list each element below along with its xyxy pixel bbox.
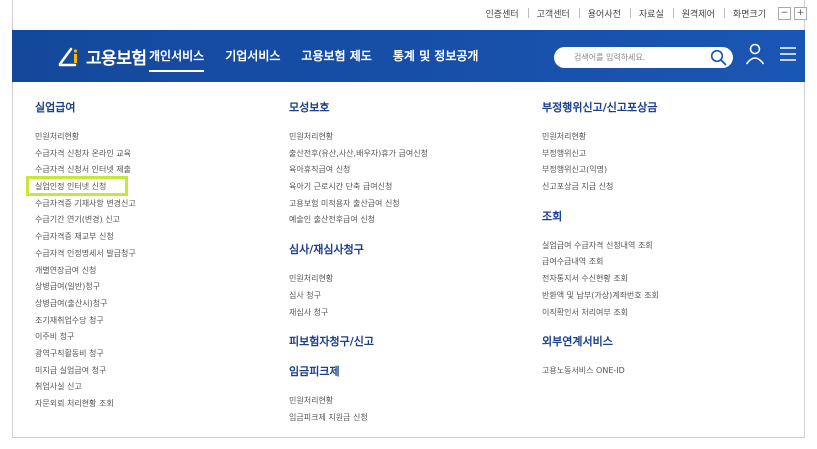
menu-item[interactable]: 자문외뢰 처리현황 조회 bbox=[35, 396, 136, 413]
menu-item[interactable]: 조기재취업수당 청구 bbox=[35, 313, 136, 330]
util-link-customer[interactable]: 고객센터 bbox=[527, 7, 579, 20]
util-link-screen-size: 화면크기 bbox=[723, 7, 775, 20]
zoom-out-button[interactable]: − bbox=[778, 7, 791, 20]
nav-business-services[interactable]: 기업서비스 bbox=[225, 30, 280, 82]
util-link-glossary[interactable]: 용어사전 bbox=[578, 7, 630, 20]
menu-item[interactable]: 민원처리현황 bbox=[289, 129, 428, 146]
menu-column-unemployment: 실업급여 민원처리현황 수급자격 신청자 온라인 교육 수급자격 신청서 인터넷… bbox=[35, 99, 136, 413]
menu-item[interactable]: 급여수급내역 조회 bbox=[542, 254, 659, 271]
menu-item[interactable]: 심사 청구 bbox=[289, 288, 428, 305]
menu-item[interactable]: 실업급여 수급자격 신청내역 조회 bbox=[542, 238, 659, 255]
menu-item[interactable]: 미지급 실업급여 청구 bbox=[35, 363, 136, 380]
menu-item[interactable]: 수급기간 연기(변경) 신고 bbox=[35, 212, 136, 229]
nav-statistics[interactable]: 통계 및 정보공개 bbox=[393, 30, 479, 82]
user-icon[interactable] bbox=[745, 43, 765, 65]
menu-item[interactable]: 수급자격증 기재사항 변경신고 bbox=[35, 196, 136, 213]
zoom-in-button[interactable]: + bbox=[794, 7, 807, 20]
menu-item[interactable]: 이주비 청구 bbox=[35, 329, 136, 346]
utility-bar: 인증센터 고객센터 용어사전 자료실 원격제어 화면크기 − + bbox=[0, 0, 817, 30]
menu-item[interactable]: 부정행위신고 bbox=[542, 146, 659, 163]
menu-item[interactable]: 개별연장급여 신청 bbox=[35, 263, 136, 280]
menu-item[interactable]: 취업사실 신고 bbox=[35, 379, 136, 396]
logo-icon bbox=[58, 47, 78, 66]
section-title-insured-claims[interactable]: 피보험자청구/신고 bbox=[289, 333, 428, 349]
section-title-inquiry[interactable]: 조회 bbox=[542, 208, 659, 224]
nav-insurance-system[interactable]: 고용보험 제도 bbox=[301, 30, 371, 82]
global-nav: 개인서비스 기업서비스 고용보험 제도 통계 및 정보공개 bbox=[149, 30, 499, 82]
menu-item[interactable]: 상병급여(일반)청구 bbox=[35, 279, 136, 296]
menu-item[interactable]: 민원처리현황 bbox=[289, 393, 428, 410]
menu-item[interactable]: 부정행위신고(익명) bbox=[542, 162, 659, 179]
menu-item[interactable]: 육아기 근로시간 단축 급여신청 bbox=[289, 179, 428, 196]
menu-item[interactable]: 반환액 및 납부(가상)계좌번호 조회 bbox=[542, 288, 659, 305]
util-link-auth[interactable]: 인증센터 bbox=[477, 7, 528, 20]
menu-item[interactable]: 수급자격 인정명세서 발급청구 bbox=[35, 246, 136, 263]
site-logo[interactable]: 고용보험 bbox=[57, 44, 147, 69]
section-title-fraud-report[interactable]: 부정행위신고/신고포상금 bbox=[542, 99, 659, 115]
menu-item[interactable]: 민원처리현황 bbox=[542, 129, 659, 146]
menu-item[interactable]: 고용노동서비스 ONE-ID bbox=[542, 363, 659, 380]
logo-text: 고용보험 bbox=[86, 49, 147, 69]
hamburger-menu-icon[interactable] bbox=[779, 46, 797, 62]
menu-item[interactable]: 출산전후(유산,사산,배우자)휴가 급여신청 bbox=[289, 146, 428, 163]
menu-item[interactable]: 임금피크제 지원금 신청 bbox=[289, 410, 428, 427]
section-title-appeal[interactable]: 심사/재심사청구 bbox=[289, 241, 428, 257]
menu-item[interactable]: 신고포상금 지급 신청 bbox=[542, 179, 659, 196]
util-link-library[interactable]: 자료실 bbox=[629, 7, 673, 20]
section-title-unemployment[interactable]: 실업급여 bbox=[35, 99, 136, 115]
menu-item[interactable]: 전자통지서 수신현황 조회 bbox=[542, 271, 659, 288]
main-header: 고용보험 개인서비스 기업서비스 고용보험 제도 통계 및 정보공개 검색어를 … bbox=[12, 30, 805, 82]
menu-item[interactable]: 육아휴직급여 신청 bbox=[289, 162, 428, 179]
menu-item[interactable]: 민원처리현황 bbox=[289, 271, 428, 288]
menu-item[interactable]: 상병급여(출산시)청구 bbox=[35, 296, 136, 313]
section-title-maternity[interactable]: 모성보호 bbox=[289, 99, 428, 115]
search-input[interactable]: 검색어를 입력하세요. bbox=[554, 47, 733, 68]
search-placeholder: 검색어를 입력하세요. bbox=[574, 53, 646, 62]
menu-item[interactable]: 수급자격 신청자 온라인 교육 bbox=[35, 146, 136, 163]
menu-item[interactable]: 재심사 청구 bbox=[289, 305, 428, 322]
section-title-external-services[interactable]: 외부연계서비스 bbox=[542, 333, 659, 349]
section-title-wage-peak[interactable]: 임금피크제 bbox=[289, 363, 428, 379]
highlight-box bbox=[26, 176, 128, 196]
util-link-remote[interactable]: 원격제어 bbox=[672, 7, 724, 20]
menu-item[interactable]: 고용보험 미적용자 출산급여 신청 bbox=[289, 196, 428, 213]
menu-item[interactable]: 이직확인서 처리여부 조회 bbox=[542, 305, 659, 322]
nav-personal-services[interactable]: 개인서비스 bbox=[149, 30, 205, 82]
menu-item[interactable]: 광역구직활동비 청구 bbox=[35, 346, 136, 363]
search-icon[interactable] bbox=[710, 49, 727, 66]
menu-item[interactable]: 예술인 출산전후급여 신청 bbox=[289, 212, 428, 229]
menu-item[interactable]: 민원처리현황 bbox=[35, 129, 136, 146]
menu-column-fraud-report: 부정행위신고/신고포상금 민원처리현황 부정행위신고 부정행위신고(익명) 신고… bbox=[542, 99, 659, 380]
menu-item[interactable]: 수급자격증 재교부 신청 bbox=[35, 229, 136, 246]
menu-column-maternity: 모성보호 민원처리현황 출산전후(유산,사산,배우자)휴가 급여신청 육아휴직급… bbox=[289, 99, 428, 427]
